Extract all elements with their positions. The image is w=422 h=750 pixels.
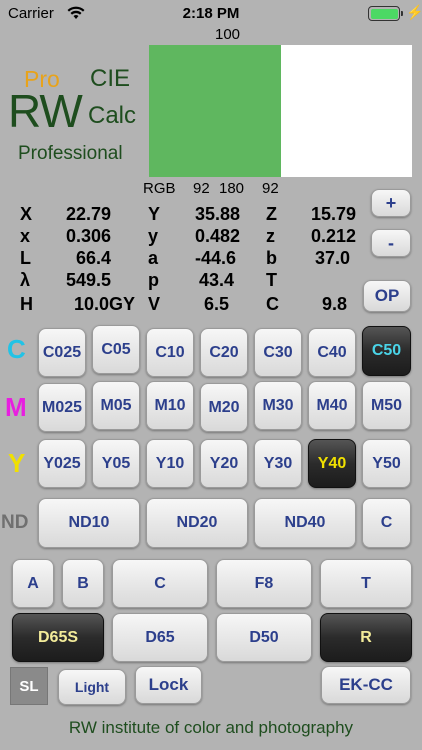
label-V: V bbox=[148, 294, 161, 314]
illuminant-A-button[interactable]: A bbox=[12, 559, 54, 608]
value-X: 22.79 bbox=[65, 204, 111, 224]
filter-C025-button[interactable]: C025 bbox=[38, 328, 86, 377]
plus-button[interactable]: + bbox=[371, 189, 411, 217]
illuminant-C-button[interactable]: C bbox=[112, 559, 208, 608]
filter-Y10-button[interactable]: Y10 bbox=[146, 439, 194, 488]
filter-ND10-button[interactable]: ND10 bbox=[38, 498, 140, 548]
magenta-row-label: M bbox=[5, 392, 27, 422]
rgb-r: 92 bbox=[193, 180, 210, 197]
value-Z: 15.79 bbox=[310, 204, 356, 224]
value-b: 37.0 bbox=[314, 248, 350, 268]
footer-text: RW institute of color and photography bbox=[68, 718, 354, 737]
value-Y: 35.88 bbox=[194, 204, 240, 224]
light-button[interactable]: Light bbox=[58, 669, 126, 705]
value-lambda: 549.5 bbox=[65, 270, 111, 290]
filter-C05-button[interactable]: C05 bbox=[92, 325, 140, 374]
illuminant-D65-button[interactable]: D65 bbox=[112, 613, 208, 662]
value-z: 0.212 bbox=[310, 226, 356, 246]
logo-calc: Calc bbox=[88, 102, 137, 129]
label-p: p bbox=[148, 270, 159, 290]
filter-Y20-button[interactable]: Y20 bbox=[200, 439, 248, 488]
filter-Y50-button[interactable]: Y50 bbox=[362, 439, 411, 488]
filter-M10-button[interactable]: M10 bbox=[146, 381, 194, 430]
filter-C10-button[interactable]: C10 bbox=[146, 328, 194, 377]
value-a: -44.6 bbox=[194, 248, 236, 268]
filter-Y40-button[interactable]: Y40 bbox=[308, 439, 356, 488]
value-y: 0.482 bbox=[194, 226, 240, 246]
filter-M20-button[interactable]: M20 bbox=[200, 383, 248, 432]
illuminant-B-button[interactable]: B bbox=[62, 559, 104, 608]
logo-rw: RW bbox=[8, 85, 83, 137]
filter-C30-button[interactable]: C30 bbox=[254, 328, 302, 377]
cyan-row-label: C bbox=[7, 334, 26, 364]
display-percent: 100 bbox=[214, 26, 241, 43]
lock-button[interactable]: Lock bbox=[135, 666, 202, 704]
rgb-label: RGB bbox=[143, 180, 176, 197]
rgb-g: 180 bbox=[219, 180, 245, 197]
label-Z: Z bbox=[266, 204, 277, 224]
rgb-b: 92 bbox=[262, 180, 279, 197]
label-Y: Y bbox=[148, 204, 161, 224]
filter-M05-button[interactable]: M05 bbox=[92, 381, 140, 430]
filter-Y05-button[interactable]: Y05 bbox=[92, 439, 140, 488]
filter-clear-button[interactable]: C bbox=[362, 498, 411, 548]
value-x: 0.306 bbox=[65, 226, 111, 246]
value-H: 10.0GY bbox=[73, 294, 135, 314]
label-a: a bbox=[148, 248, 159, 268]
value-C: 9.8 bbox=[321, 294, 347, 314]
battery-icon bbox=[368, 6, 400, 21]
value-V: 6.5 bbox=[203, 294, 229, 314]
filter-C20-button[interactable]: C20 bbox=[200, 328, 248, 377]
nd-row-label: ND bbox=[1, 512, 29, 533]
label-lambda: λ bbox=[20, 270, 31, 290]
filter-M025-button[interactable]: M025 bbox=[38, 383, 86, 432]
swatch-reference bbox=[281, 45, 412, 177]
filter-Y30-button[interactable]: Y30 bbox=[254, 439, 302, 488]
filter-M40-button[interactable]: M40 bbox=[308, 381, 356, 430]
label-x: x bbox=[20, 226, 31, 246]
status-bar: Carrier 2:18 PM ⚡ bbox=[0, 0, 422, 26]
label-b: b bbox=[266, 248, 277, 268]
illuminant-T-button[interactable]: T bbox=[320, 559, 412, 608]
filter-C50-button[interactable]: C50 bbox=[362, 326, 411, 376]
minus-button[interactable]: - bbox=[371, 229, 411, 257]
label-T: T bbox=[266, 270, 277, 290]
filter-M50-button[interactable]: M50 bbox=[362, 381, 411, 430]
filter-Y025-button[interactable]: Y025 bbox=[38, 439, 86, 488]
label-y: y bbox=[148, 226, 159, 246]
charging-icon: ⚡ bbox=[406, 4, 422, 20]
ek-cc-button[interactable]: EK-CC bbox=[321, 666, 411, 704]
label-C: C bbox=[266, 294, 279, 314]
illuminant-F8-button[interactable]: F8 bbox=[216, 559, 312, 608]
illuminant-D65S-button[interactable]: D65S bbox=[12, 613, 104, 662]
filter-ND20-button[interactable]: ND20 bbox=[146, 498, 248, 548]
filter-ND40-button[interactable]: ND40 bbox=[254, 498, 356, 548]
filter-C40-button[interactable]: C40 bbox=[308, 328, 356, 377]
label-L: L bbox=[20, 248, 31, 268]
logo-cie: CIE bbox=[90, 65, 131, 92]
clock: 2:18 PM bbox=[182, 5, 240, 22]
sl-button[interactable]: SL bbox=[10, 667, 48, 705]
value-L: 66.4 bbox=[75, 248, 111, 268]
logo-professional: Professional bbox=[18, 143, 123, 164]
color-swatch bbox=[149, 45, 412, 177]
label-X: X bbox=[20, 204, 33, 224]
label-H: H bbox=[20, 294, 33, 314]
battery-tip bbox=[401, 11, 403, 16]
yellow-row-label: Y bbox=[8, 448, 26, 478]
value-p: 43.4 bbox=[198, 270, 234, 290]
illuminant-D50-button[interactable]: D50 bbox=[216, 613, 312, 662]
label-z: z bbox=[266, 226, 275, 246]
filter-M30-button[interactable]: M30 bbox=[254, 381, 302, 430]
swatch-sample bbox=[149, 45, 281, 177]
op-button[interactable]: OP bbox=[363, 280, 411, 312]
illuminant-R-button[interactable]: R bbox=[320, 613, 412, 662]
